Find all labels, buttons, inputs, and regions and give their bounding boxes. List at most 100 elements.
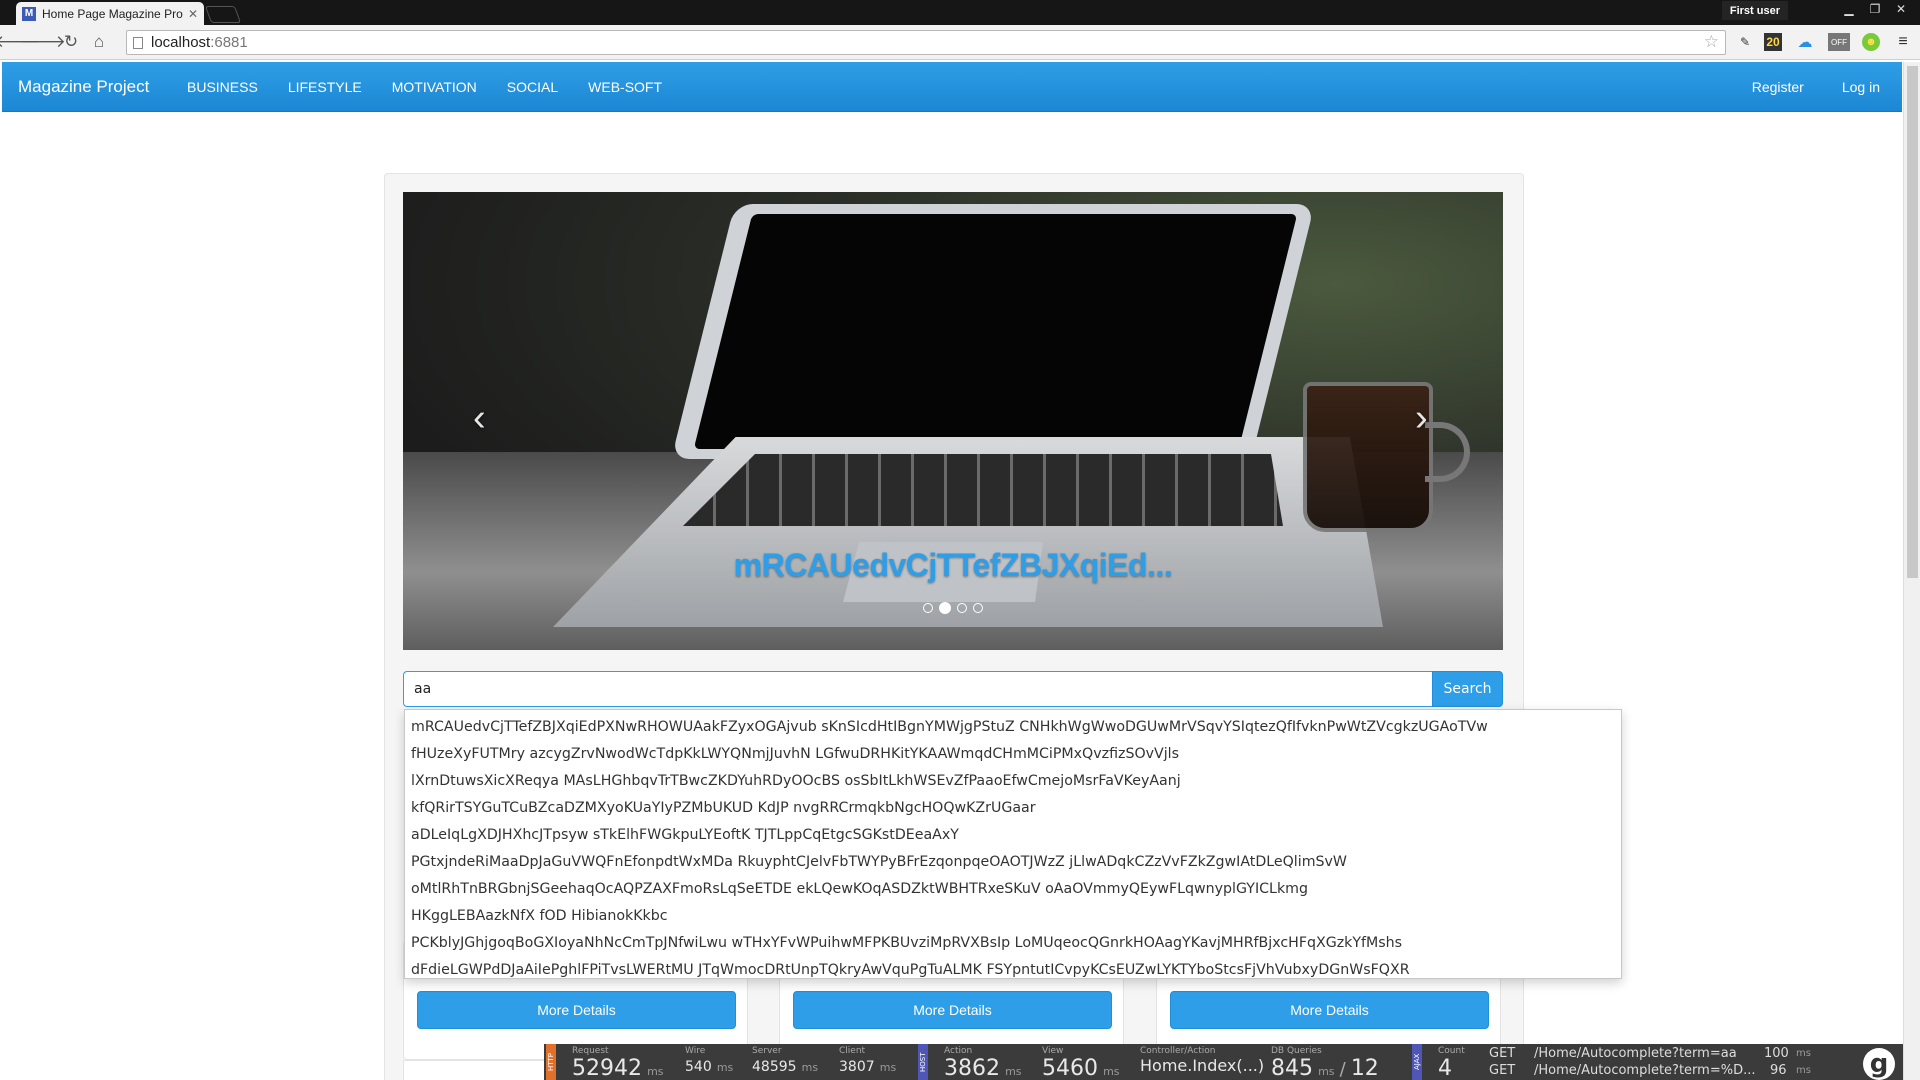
site-favicon-icon: M	[22, 6, 36, 21]
db-time-value: 845	[1271, 1056, 1313, 1080]
ajax-count-label: Count	[1438, 1046, 1465, 1056]
wire-value: 540	[685, 1059, 712, 1075]
controller-action-metric[interactable]: Controller/Action Home.Index(...)	[1140, 1046, 1264, 1075]
tab-close-icon[interactable]: ✕	[188, 7, 198, 21]
scrollbar-thumb[interactable]	[1907, 66, 1918, 578]
search-button[interactable]: Search	[1432, 671, 1503, 707]
profile-user-badge[interactable]: First user	[1721, 1, 1788, 20]
reload-icon[interactable]: ↻	[60, 31, 82, 53]
nav-link-web-soft[interactable]: WEB-SOFT	[588, 79, 662, 95]
host-section-tag: HOST	[918, 1044, 928, 1080]
client-unit: ms	[879, 1061, 897, 1074]
window-controls: ▁ ❐ ✕	[1836, 0, 1914, 18]
brand-link[interactable]: Magazine Project	[18, 77, 149, 97]
ajax-request-unit: ms	[1796, 1065, 1811, 1076]
autocomplete-item[interactable]: mRCAUedvCjTTefZBJXqiEdPXNwRHOWUAakFZyxOG…	[405, 714, 1621, 741]
autocomplete-item[interactable]: PGtxjndeRiMaaDpJaGuVWQFnEfonpdtWxMDa Rku…	[405, 849, 1621, 876]
client-label: Client	[839, 1046, 866, 1056]
server-unit: ms	[801, 1061, 819, 1074]
wire-metric[interactable]: Wire 540 ms	[685, 1046, 733, 1075]
more-details-button[interactable]: More Details	[417, 991, 736, 1029]
site-navbar: Magazine Project BUSINESS LIFESTYLE MOTI…	[2, 62, 1902, 112]
home-icon[interactable]: ⌂	[88, 31, 110, 53]
ajax-request-url[interactable]: /Home/Autocomplete?term=aa	[1534, 1046, 1737, 1061]
view-label: View	[1042, 1046, 1064, 1056]
autocomplete-item[interactable]: fHUzeXyFUTMry azcygZrvNwodWcTdpKkLWYQNmj…	[405, 741, 1621, 768]
db-separator: /	[1339, 1059, 1346, 1080]
request-label: Request	[572, 1046, 609, 1056]
tab-title: Home Page Magazine Pro	[42, 6, 183, 21]
server-value: 48595	[752, 1059, 797, 1075]
client-metric[interactable]: Client 3807 ms	[839, 1046, 896, 1075]
nav-link-motivation[interactable]: MOTIVATION	[392, 79, 477, 95]
ajax-section-tag: AJAX	[1412, 1044, 1422, 1080]
autocomplete-item[interactable]: kfQRirTSYGuTCuBZcaDZMXyoKUaYIyPZMbUKUD K…	[405, 795, 1621, 822]
search-input[interactable]	[403, 671, 1432, 707]
ajax-count-value: 4	[1438, 1056, 1452, 1080]
action-unit: ms	[1005, 1065, 1022, 1078]
ajax-request-method: GET	[1489, 1063, 1516, 1078]
carousel-prev-icon[interactable]: ‹	[473, 397, 486, 440]
nav-link-business[interactable]: BUSINESS	[187, 79, 258, 95]
carousel-indicator-dot[interactable]	[973, 603, 983, 613]
browser-tab[interactable]: M Home Page Magazine Pro ✕	[16, 2, 204, 25]
client-value: 3807	[839, 1059, 875, 1075]
address-port: :6881	[210, 34, 248, 51]
carousel-next-icon[interactable]: ›	[1415, 397, 1428, 440]
more-details-button[interactable]: More Details	[1170, 991, 1489, 1029]
account-links: Register Log in	[1714, 79, 1880, 95]
browser-titlebar: M Home Page Magazine Pro ✕ First user ▁ …	[0, 0, 1920, 25]
autocomplete-item[interactable]: PCKblyJGhjgoqBoGXIoyaNhNcCmTpJNfwiLwu wT…	[405, 930, 1621, 957]
ajax-count-metric[interactable]: Count 4	[1438, 1046, 1465, 1080]
carousel-indicator-dot[interactable]	[939, 602, 951, 614]
page-icon	[133, 36, 143, 49]
bookmark-star-icon[interactable]: ☆	[1704, 32, 1719, 52]
autocomplete-item[interactable]: dFdieLGWPdDJaAiIePghlFPiTvsLWERtMU JTqWm…	[405, 957, 1621, 984]
carousel-indicator-dot[interactable]	[957, 603, 967, 613]
autocomplete-item[interactable]: HKggLEBAazkNfX fOD HibianokKkbc	[405, 903, 1621, 930]
carousel-indicator-dot[interactable]	[923, 603, 933, 613]
register-link[interactable]: Register	[1752, 79, 1804, 95]
view-metric[interactable]: View 5460 ms	[1042, 1046, 1120, 1080]
server-label: Server	[752, 1046, 782, 1056]
nav-link-social[interactable]: SOCIAL	[507, 79, 558, 95]
login-link[interactable]: Log in	[1842, 79, 1880, 95]
autocomplete-item[interactable]: oMtlRhTnBRGbnjSGeehaqOcAQPZAXFmoRsLqSeET…	[405, 876, 1621, 903]
controller-action-label: Controller/Action	[1140, 1046, 1216, 1056]
address-host: localhost	[151, 34, 211, 51]
profiler-bar: HTTP Request 52942 ms Wire 540 ms Server…	[544, 1044, 1903, 1080]
address-bar[interactable]: localhost :6881 ☆	[126, 30, 1726, 55]
http-section-tag: HTTP	[546, 1044, 556, 1080]
more-details-button[interactable]: More Details	[793, 991, 1112, 1029]
browser-toolbar: 🡐 🡒 ↻ ⌂ localhost :6881 ☆ ✎ 20 ☁ OFF ☻ ≡	[0, 25, 1920, 60]
new-tab-button[interactable]	[204, 6, 242, 23]
db-count-value: 12	[1350, 1056, 1379, 1080]
ajax-request-url[interactable]: /Home/Autocomplete?term=%D...	[1534, 1063, 1755, 1078]
cloud-icon[interactable]: ☁	[1795, 33, 1815, 51]
off-toggle-icon[interactable]: OFF	[1828, 33, 1850, 51]
pen-extension-icon[interactable]: ✎	[1736, 33, 1754, 51]
request-metric[interactable]: Request 52942 ms	[572, 1046, 664, 1080]
action-value: 3862	[944, 1056, 1000, 1080]
smiley-extension-icon[interactable]: ☻	[1862, 33, 1880, 51]
db-time-unit: ms	[1318, 1065, 1335, 1078]
server-metric[interactable]: Server 48595 ms	[752, 1046, 818, 1075]
menu-hamburger-icon[interactable]: ≡	[1894, 33, 1912, 51]
glimpse-logo-icon[interactable]: g	[1863, 1048, 1895, 1080]
action-metric[interactable]: Action 3862 ms	[944, 1046, 1022, 1080]
ajax-request-time: 96	[1770, 1063, 1787, 1078]
nav-links: BUSINESS LIFESTYLE MOTIVATION SOCIAL WEB…	[187, 79, 692, 95]
nav-link-lifestyle[interactable]: LIFESTYLE	[288, 79, 362, 95]
close-window-icon[interactable]: ✕	[1888, 0, 1914, 18]
forward-arrow-icon[interactable]: 🡒	[20, 31, 66, 53]
autocomplete-item[interactable]: aDLeIqLgXDJHXhcJTpsyw sTkElhFWGkpuLYEoft…	[405, 822, 1621, 849]
image-carousel: mRCAUedvCjTTefZBJXqiEd... ‹ ›	[403, 192, 1503, 650]
autocomplete-item[interactable]: lXrnDtuwsXicXReqya MAsLHGhbqvTrTBwcZKDYu…	[405, 768, 1621, 795]
carousel-caption[interactable]: mRCAUedvCjTTefZBJXqiEd...	[403, 547, 1503, 584]
wire-label: Wire	[685, 1046, 706, 1056]
restore-icon[interactable]: ❐	[1862, 0, 1888, 18]
extension-counter-badge[interactable]: 20	[1764, 33, 1782, 51]
minimize-icon[interactable]: ▁	[1836, 0, 1862, 18]
page-scrollbar[interactable]	[1903, 62, 1920, 1080]
db-queries-metric[interactable]: DB Queries 845 ms / 12	[1271, 1046, 1379, 1080]
